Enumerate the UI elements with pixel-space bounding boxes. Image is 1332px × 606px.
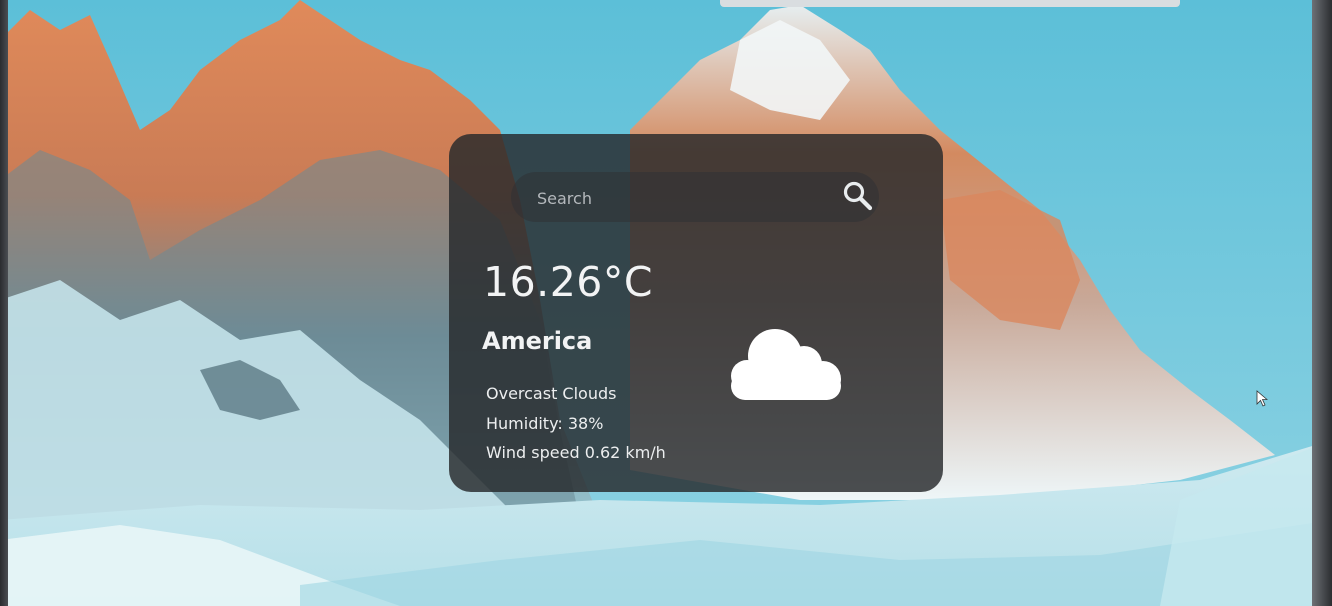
temperature: 16.26°C — [483, 258, 654, 306]
cloud-icon — [731, 329, 841, 400]
screen: 16.26°C America Overcast Clouds Humidity… — [0, 0, 1332, 606]
weather-description: Overcast Clouds — [486, 384, 617, 403]
city-name: America — [482, 327, 593, 355]
weather-card: 16.26°C America Overcast Clouds Humidity… — [449, 134, 943, 492]
humidity: Humidity: 38% — [486, 413, 604, 433]
monitor-bezel-left — [0, 0, 8, 606]
search-button[interactable] — [838, 176, 878, 216]
weather-details: Overcast Clouds Humidity: 38% Wind speed… — [486, 379, 666, 468]
wind-speed: Wind speed 0.62 km/h — [486, 443, 666, 462]
search-input[interactable] — [535, 184, 819, 212]
monitor-bezel-right — [1312, 0, 1332, 606]
search-bar — [511, 172, 879, 222]
browser-top-edge — [720, 0, 1180, 7]
search-icon — [843, 181, 873, 211]
mouse-cursor-icon — [1256, 390, 1268, 407]
